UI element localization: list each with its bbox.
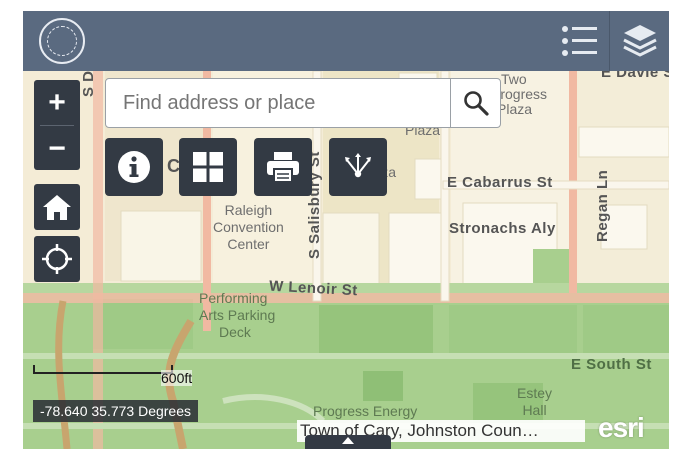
label-s-d: S D — [80, 70, 97, 97]
search-icon — [464, 91, 489, 116]
scale-label: 600ft — [161, 370, 193, 386]
label-e-south-st: E South St — [571, 356, 652, 373]
label-convention-center: Raleigh Convention Center — [213, 202, 284, 253]
app-header — [23, 11, 669, 71]
scale-bar: 600ft — [33, 365, 193, 386]
crosshair-icon — [42, 244, 72, 274]
label-line: Deck — [219, 324, 251, 340]
home-button[interactable] — [34, 184, 80, 230]
share-icon — [345, 153, 371, 178]
info-icon — [118, 151, 150, 183]
legend-list-icon — [562, 26, 597, 56]
zoom-out-button[interactable]: − — [34, 126, 80, 171]
seal-inner-ring — [47, 26, 77, 56]
zoom-control: + − — [34, 80, 80, 170]
map-building — [578, 126, 669, 158]
label-regan-ln: Regan Ln — [594, 169, 611, 242]
esri-logo: esri — [598, 412, 645, 443]
label-w-lenoir-st: W Lenoir St — [268, 277, 359, 300]
label-estey-hall: Estey Hall — [517, 385, 552, 419]
search-input[interactable] — [106, 79, 450, 127]
search-box — [105, 78, 501, 128]
attribution-expand-button[interactable] — [305, 435, 391, 449]
share-button[interactable] — [329, 138, 387, 196]
label-line: Convention — [213, 219, 284, 235]
label-line: Plaza — [497, 101, 533, 117]
locate-button[interactable] — [34, 236, 80, 282]
nc-state-seal-icon[interactable] — [39, 18, 85, 64]
printer-icon — [267, 152, 299, 183]
chevron-up-icon — [342, 437, 354, 444]
label-stronachs-aly: Stronachs Aly — [449, 220, 556, 237]
map-building — [388, 212, 446, 294]
label-line: Raleigh — [224, 202, 273, 218]
map-park-block — [319, 305, 433, 353]
info-button[interactable] — [105, 138, 163, 196]
zoom-in-button[interactable]: + — [34, 80, 80, 125]
basemap-gallery-button[interactable] — [179, 138, 237, 196]
label-line: Arts Parking — [199, 307, 276, 323]
scale-bar-line — [33, 365, 173, 374]
map-building — [120, 210, 202, 282]
map-park-block — [449, 305, 577, 353]
map-park-block — [363, 371, 403, 401]
search-button[interactable] — [450, 79, 501, 127]
label-line: Two — [501, 71, 527, 87]
label-progress-energy: Progress Energy — [313, 403, 418, 419]
label-two-progress-plaza: Two Progress Plaza — [491, 71, 547, 117]
map-street — [93, 71, 103, 449]
app-frame: Two Progress Plaza E Davie S S D Plaza C… — [23, 11, 669, 449]
label-e-cabarrus-st: E Cabarrus St — [447, 174, 553, 191]
label-line: Performing — [199, 290, 268, 306]
label-parking-deck: Performing Arts Parking Deck — [199, 290, 275, 341]
print-button[interactable] — [254, 138, 312, 196]
legend-button[interactable] — [549, 11, 609, 71]
coordinate-readout: -78.640 35.773 Degrees — [33, 400, 198, 422]
layers-button[interactable] — [610, 11, 669, 71]
label-line: Estey — [517, 385, 553, 401]
layers-stack-icon — [623, 25, 657, 57]
map-park-block — [583, 305, 669, 353]
grid-icon — [193, 152, 223, 182]
label-line: Center — [227, 236, 270, 252]
home-icon — [43, 195, 71, 220]
label-line: Hall — [522, 402, 547, 418]
